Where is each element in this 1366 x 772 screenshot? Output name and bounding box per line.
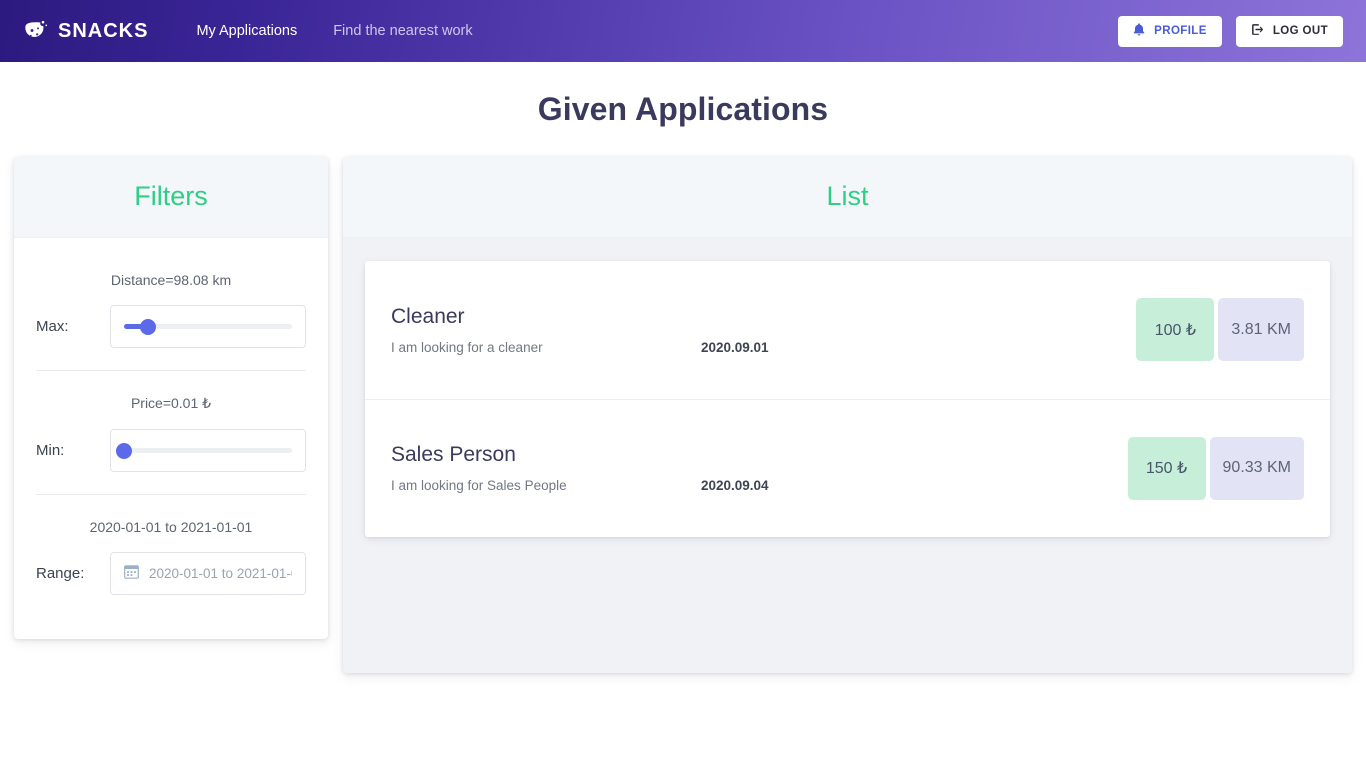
list-panel-body: Cleaner I am looking for a cleaner 2020.…	[343, 238, 1352, 673]
list-item-description: I am looking for Sales People	[391, 478, 567, 493]
profile-button-label: PROFILE	[1154, 25, 1207, 37]
page-title: Given Applications	[537, 91, 829, 127]
list-item[interactable]: Cleaner I am looking for a cleaner 2020.…	[365, 261, 1330, 399]
sign-out-icon	[1251, 23, 1264, 39]
filters-panel: Filters Distance=98.08 km Max: Price=0.0…	[14, 157, 328, 639]
filters-panel-title: Filters	[134, 181, 208, 211]
price-label: Min:	[36, 442, 65, 459]
price-badge: 150 ₺	[1127, 436, 1206, 500]
price-slider-track[interactable]	[116, 442, 292, 459]
nav-link-my-applications[interactable]: My Applications	[196, 23, 297, 39]
list-item-title: Cleaner	[391, 304, 465, 328]
list-item-title: Sales Person	[391, 443, 516, 466]
filter-group-range: 2020-01-01 to 2021-01-01 Range: 2020-01-…	[36, 494, 306, 617]
list-item-date: 2020.09.04	[701, 478, 769, 493]
filter-group-price: Price=0.01 ₺ Min:	[36, 370, 306, 494]
filters-panel-body: Distance=98.08 km Max: Price=0.01 ₺ Min:	[14, 238, 328, 639]
calendar-icon	[124, 564, 139, 584]
brand-logo[interactable]: SNACKS	[23, 19, 148, 43]
bell-icon	[1133, 23, 1145, 39]
main-content: Filters Distance=98.08 km Max: Price=0.0…	[0, 157, 1366, 673]
top-navbar: SNACKS My Applications Find the nearest …	[0, 0, 1366, 62]
date-range-input[interactable]: 2020-01-01 to 2021-01-01	[110, 552, 306, 595]
profile-button[interactable]: PROFILE	[1118, 15, 1222, 47]
date-range-value: 2020-01-01 to 2021-01-01	[149, 566, 292, 581]
distance-badge: 3.81 KM	[1218, 298, 1304, 361]
list-item-main: Sales Person I am looking for Sales Peop…	[391, 443, 1128, 493]
distance-slider[interactable]	[110, 305, 306, 348]
price-badge: 100 ₺	[1136, 298, 1215, 361]
list-item-main: Cleaner I am looking for a cleaner 2020.…	[391, 305, 1136, 355]
price-caption: Price=0.01 ₺	[130, 395, 212, 411]
distance-label: Max:	[36, 318, 69, 335]
list-item-date: 2020.09.01	[701, 339, 769, 355]
nav-actions: PROFILE LOG OUT	[1118, 15, 1343, 47]
range-caption: 2020-01-01 to 2021-01-01	[89, 519, 253, 535]
nav-link-find-nearest-work[interactable]: Find the nearest work	[333, 23, 472, 39]
filter-group-distance: Distance=98.08 km Max:	[36, 248, 306, 370]
logout-button-label: LOG OUT	[1272, 25, 1328, 37]
logout-button[interactable]: LOG OUT	[1235, 15, 1343, 47]
cookie-icon	[23, 19, 49, 43]
distance-slider-track[interactable]	[124, 318, 292, 335]
range-label: Range:	[36, 565, 85, 582]
list-item-badges: 150 ₺ 90.33 KM	[1127, 436, 1304, 500]
brand-name: SNACKS	[58, 19, 149, 42]
list-panel-header: List	[343, 157, 1352, 238]
distance-caption: Distance=98.08 km	[110, 272, 232, 288]
filters-panel-header: Filters	[14, 157, 328, 238]
distance-badge: 90.33 KM	[1209, 436, 1304, 500]
distance-slider-thumb[interactable]	[139, 318, 156, 335]
list-item-badges: 100 ₺ 3.81 KM	[1136, 298, 1304, 361]
list-panel: List Cleaner I am looking for a cleaner …	[343, 157, 1352, 673]
nav-links: My Applications Find the nearest work	[196, 23, 472, 39]
list-panel-title: List	[826, 181, 869, 211]
list-item-description: I am looking for a cleaner	[391, 339, 543, 355]
price-slider[interactable]	[110, 429, 306, 472]
application-list: Cleaner I am looking for a cleaner 2020.…	[365, 261, 1330, 537]
price-slider-thumb[interactable]	[116, 442, 132, 459]
list-item[interactable]: Sales Person I am looking for Sales Peop…	[365, 399, 1330, 537]
